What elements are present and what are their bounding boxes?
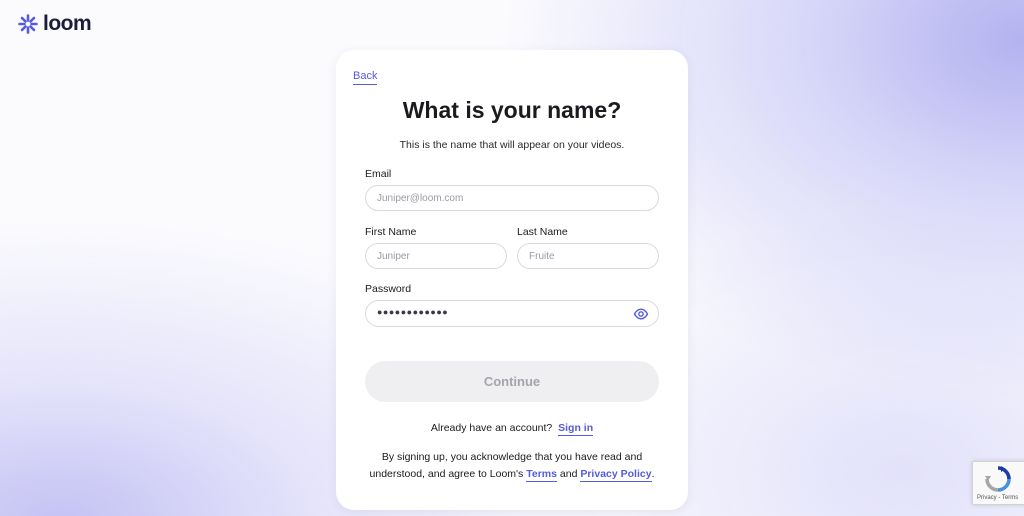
last-name-input[interactable] [517, 243, 659, 269]
loom-logo[interactable]: loom [18, 12, 92, 36]
loom-wordmark: loom [43, 12, 92, 35]
loom-starburst-icon [18, 14, 38, 34]
signin-row: Already have an account? Sign in [336, 422, 688, 436]
recaptcha-links[interactable]: Privacy - Terms [977, 495, 1018, 501]
legal-notice: By signing up, you acknowledge that you … [366, 449, 658, 483]
recaptcha-icon [985, 466, 1011, 492]
password-input[interactable]: ●●●●●●●●●●●● [365, 300, 659, 327]
legal-and: and [559, 468, 578, 480]
password-label: Password [365, 283, 412, 295]
signin-prompt: Already have an account? [430, 422, 553, 434]
email-input[interactable] [365, 185, 659, 211]
page-title: What is your name? [402, 97, 622, 123]
page-subtitle: This is the name that will appear on you… [399, 139, 625, 151]
signup-name-card: Back What is your name? This is the name… [336, 50, 688, 510]
first-name-input[interactable] [365, 243, 507, 269]
terms-link[interactable]: Terms [526, 468, 557, 482]
first-name-label: First Name [365, 226, 417, 238]
password-masked-value: ●●●●●●●●●●●● [377, 307, 449, 317]
email-label: Email [365, 168, 392, 180]
eye-icon[interactable] [633, 306, 649, 322]
recaptcha-badge[interactable]: Privacy - Terms [972, 461, 1024, 505]
back-link[interactable]: Back [353, 70, 378, 85]
last-name-label: Last Name [517, 226, 568, 238]
privacy-policy-link[interactable]: Privacy Policy [580, 468, 652, 482]
signin-link[interactable]: Sign in [558, 422, 594, 436]
continue-button[interactable]: Continue [365, 361, 659, 402]
legal-period: . [651, 468, 655, 480]
